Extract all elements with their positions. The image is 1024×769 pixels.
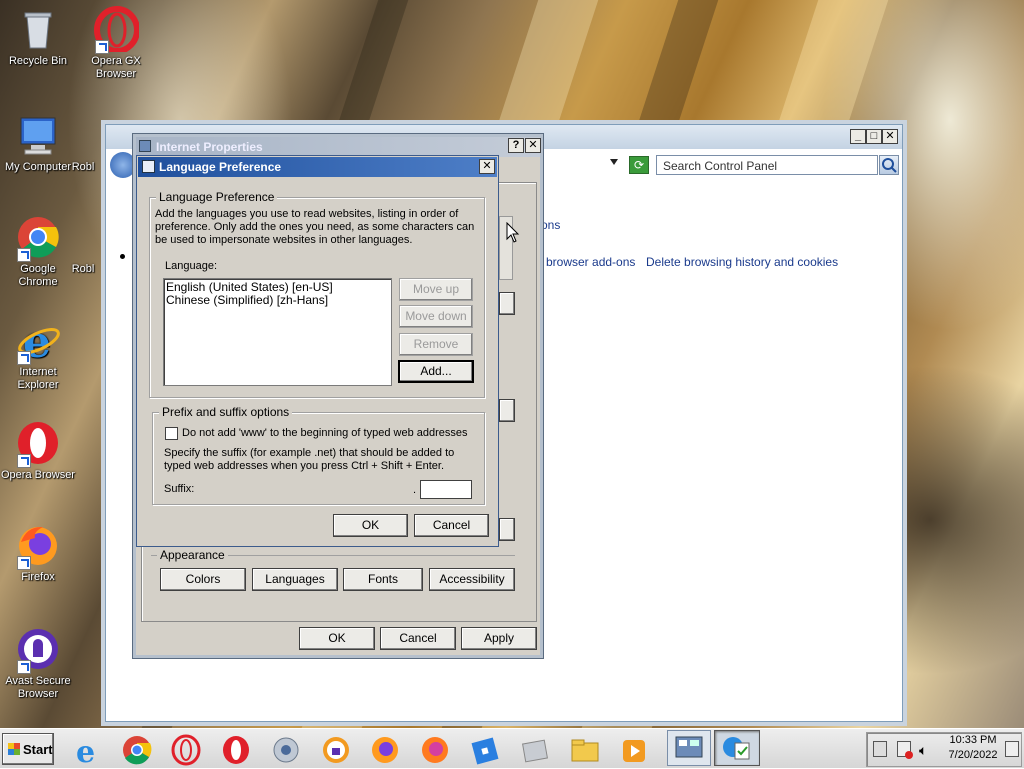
close-button[interactable]: ✕ (882, 129, 898, 144)
desktop-icon-opera[interactable]: Opera Browser (0, 420, 76, 482)
bullet (120, 254, 125, 259)
recycle-bin-icon (15, 6, 61, 52)
language-preference-dialog: Language Preference ✕ Language Preferenc… (136, 155, 499, 547)
internet-properties-title: Internet Properties (136, 137, 540, 157)
taskbar-clock[interactable]: 10:33 PM 7/20/2022 (947, 733, 999, 763)
remove-button[interactable]: Remove (399, 333, 473, 356)
shortcut-arrow-icon (17, 660, 31, 674)
taskbar-chrome-icon[interactable] (120, 734, 154, 766)
suffix-dot: . (413, 484, 417, 496)
refresh-icon[interactable]: ⟳ (629, 156, 649, 174)
taskbar: Start e 🔈︎ (0, 728, 1024, 769)
maximize-button[interactable]: □ (866, 129, 882, 144)
shortcut-arrow-icon (17, 454, 31, 468)
list-item[interactable]: Chinese (Simplified) [zh-Hans] (166, 294, 389, 307)
cancel-button[interactable]: Cancel (414, 514, 489, 537)
move-down-button[interactable]: Move down (399, 305, 473, 328)
help-button[interactable]: ? (508, 138, 524, 153)
windows-logo-icon (8, 743, 20, 755)
ok-button[interactable]: OK (333, 514, 408, 537)
www-checkbox-label: Do not add 'www' to the beginning of typ… (182, 427, 468, 439)
accessibility-button[interactable]: Accessibility (429, 568, 515, 591)
close-button[interactable]: ✕ (525, 138, 541, 153)
firefox-icon (15, 522, 61, 570)
language-preference-title: Language Preference (138, 157, 497, 177)
search-input[interactable]: Search Control Panel (656, 155, 878, 175)
group-label: Prefix and suffix options (159, 405, 293, 419)
taskbar-avast-icon[interactable] (319, 734, 353, 766)
ie-icon: e (15, 317, 61, 368)
network-icon[interactable] (873, 741, 887, 757)
languages-button[interactable]: Languages (252, 568, 338, 591)
chrome-icon (15, 214, 61, 262)
suffix-description: Specify the suffix (for example .net) th… (164, 447, 455, 472)
security-alert-icon[interactable] (897, 741, 913, 759)
my-computer-icon (15, 112, 61, 158)
taskbar-control-panel-icon[interactable] (667, 730, 711, 766)
taskbar-internet-options-icon[interactable] (714, 730, 760, 766)
partial-button[interactable] (499, 292, 515, 315)
desktop-icon-internet-explorer[interactable]: e Internet Explorer (0, 317, 76, 392)
shortcut-arrow-icon (17, 351, 31, 365)
desktop-icon-recycle-bin[interactable]: Recycle Bin (0, 6, 76, 68)
opera-gx-icon (93, 6, 140, 54)
shortcut-arrow-icon (95, 40, 109, 54)
group-label: Language Preference (156, 190, 278, 204)
desktop-icon-firefox[interactable]: Firefox (0, 522, 76, 584)
opera-icon (15, 420, 61, 468)
internet-options-icon (139, 140, 151, 152)
clock-time: 10:33 PM (949, 734, 997, 746)
address-dropdown-icon[interactable] (610, 159, 618, 165)
partial-button[interactable] (499, 399, 515, 422)
apply-button[interactable]: Apply (461, 627, 537, 650)
www-checkbox[interactable] (165, 427, 178, 440)
add-button[interactable]: Add... (398, 360, 474, 383)
move-up-button[interactable]: Move up (399, 278, 473, 301)
ok-button[interactable]: OK (299, 627, 375, 650)
taskbar-ie-icon[interactable]: e (70, 734, 104, 769)
volume-icon[interactable]: 🔈︎ (919, 742, 927, 759)
desktop-icon-roblox-2[interactable]: Robl (60, 214, 106, 276)
partial-button[interactable] (499, 518, 515, 541)
language-label: Language: (165, 260, 217, 272)
taskbar-media-player-icon[interactable] (617, 734, 651, 766)
desktop-icon-opera-gx[interactable]: Opera GX Browser (78, 6, 154, 81)
cancel-button[interactable]: Cancel (380, 627, 456, 650)
taskbar-file-explorer-icon[interactable] (568, 734, 602, 766)
suffix-label: Suffix: (164, 483, 195, 495)
desktop-icon-avast[interactable]: Avast Secure Browser (0, 626, 76, 701)
start-button[interactable]: Start (2, 733, 54, 765)
minimize-button[interactable]: _ (850, 129, 866, 144)
link-delete-history[interactable]: Delete browsing history and cookies (646, 255, 838, 269)
language-icon (142, 160, 155, 173)
taskbar-media-center-icon[interactable] (269, 734, 303, 766)
close-button[interactable]: ✕ (479, 159, 495, 174)
fonts-button[interactable]: Fonts (343, 568, 423, 591)
appearance-label: Appearance (157, 548, 228, 562)
shortcut-arrow-icon (17, 248, 31, 262)
taskbar-firefox-icon-2[interactable] (418, 734, 452, 766)
taskbar-roblox-icon[interactable] (468, 734, 502, 766)
svg-text:e: e (76, 735, 95, 766)
taskbar-app-icon[interactable] (518, 734, 552, 766)
taskbar-opera-gx-icon[interactable] (169, 734, 203, 766)
shortcut-arrow-icon (17, 556, 31, 570)
language-list[interactable]: English (United States) [en-US] Chinese … (163, 278, 392, 386)
description-text: Add the languages you use to read websit… (155, 208, 475, 246)
search-icon[interactable] (879, 155, 899, 175)
suffix-input[interactable] (420, 480, 472, 499)
colors-button[interactable]: Colors (160, 568, 246, 591)
mouse-cursor-icon (506, 222, 520, 243)
taskbar-firefox-icon[interactable] (368, 734, 402, 766)
notification-icon[interactable] (1005, 741, 1019, 757)
taskbar-opera-icon[interactable] (219, 734, 253, 766)
link-browser-addons[interactable]: browser add-ons (546, 255, 635, 269)
avast-icon (15, 626, 61, 674)
clock-date: 7/20/2022 (948, 749, 998, 761)
desktop-icon-roblox-1[interactable]: Robl (60, 112, 106, 174)
